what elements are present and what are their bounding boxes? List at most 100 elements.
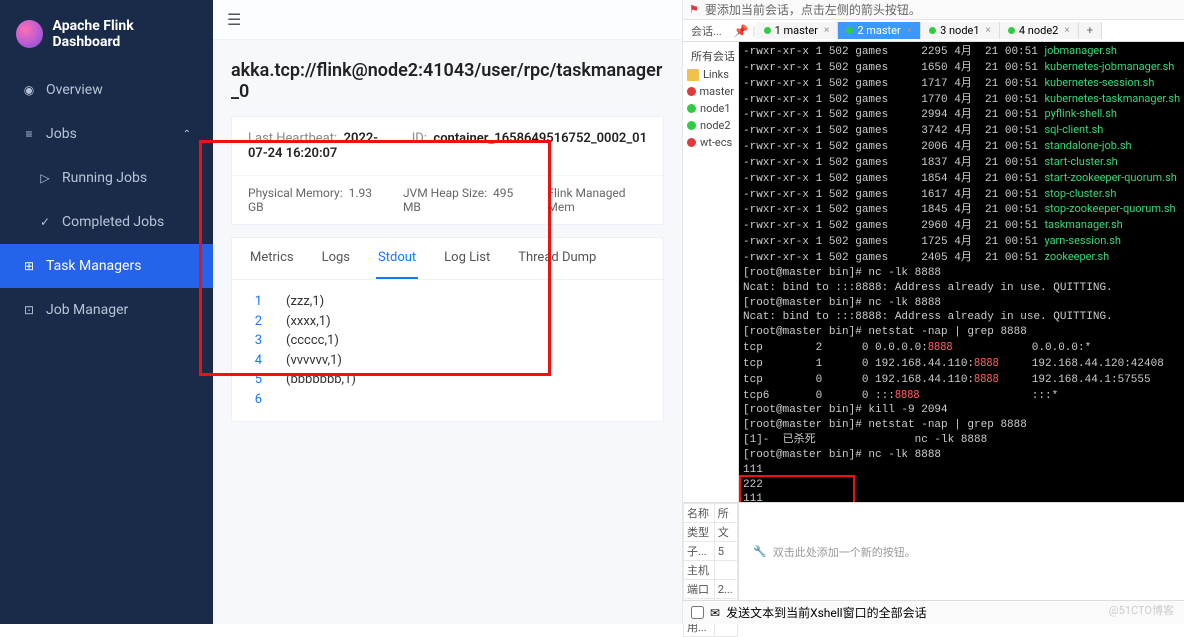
xshell-window: ⚑ 要添加当前会话，点击左侧的箭头按钮。 会话... 📌 | 1 master×… (683, 0, 1184, 624)
quick-button-area: 🔧 双击此处添加一个新的按钮。 (739, 503, 1184, 600)
status-dot-icon (846, 27, 853, 34)
tabs-card: Metrics Logs Stdout Log List Thread Dump 1(z… (231, 237, 664, 422)
tree-item[interactable]: Links (683, 66, 738, 83)
fm-label: Flink Managed Mem (547, 186, 625, 214)
meta-row-2: Physical Memory: 1.93 GB JVM Heap Size: … (232, 175, 663, 224)
pm-label: Physical Memory: (248, 186, 343, 200)
broadcast-checkbox[interactable] (691, 606, 704, 619)
detail-tabs: Metrics Logs Stdout Log List Thread Dump (232, 238, 663, 280)
meta-row-1: Last Heartbeat: 2022-07-24 16:20:07 ID: … (232, 117, 663, 175)
check-icon: ✓ (38, 215, 52, 229)
heartbeat-label: Last Heartbeat: (248, 131, 337, 146)
tab-metrics[interactable]: Metrics (248, 238, 296, 279)
nav-completed-label: Completed Jobs (62, 214, 164, 230)
prop-val: 文 (714, 523, 737, 542)
tree-item[interactable]: wt-ecs (683, 134, 738, 151)
topbar: ☰ (213, 0, 682, 40)
prop-key: 主机 (684, 561, 715, 580)
watermark: @51CTO博客 (1109, 602, 1174, 618)
flag-icon: ⚑ (689, 3, 699, 16)
properties-table: 名称所类型文子...5主机端口2...协议用... (683, 503, 739, 600)
id-value: container_1658649516752_0002_01 (433, 131, 647, 146)
tree-item[interactable]: 所有会话 (683, 46, 738, 66)
terminal-tab[interactable]: 3 node1× (921, 22, 1000, 39)
xshell-body: 所有会话Linksmasternode1node2wt-ecs -rwxr-xr… (683, 42, 1184, 502)
new-tab-button[interactable]: + (1079, 22, 1102, 39)
stdout-line: 5(bbbbbbb,1) (248, 370, 647, 390)
meta-card: Last Heartbeat: 2022-07-24 16:20:07 ID: … (231, 116, 664, 225)
close-icon[interactable]: × (986, 25, 991, 36)
session-panel-label[interactable]: 会话... (683, 23, 730, 39)
tree-item[interactable]: master (683, 83, 738, 100)
status-dot-icon (687, 104, 696, 113)
nav-running-label: Running Jobs (62, 170, 147, 186)
session-tree: 所有会话Linksmasternode1node2wt-ecs (683, 42, 739, 502)
flink-logo-icon (16, 20, 43, 48)
nav-overview[interactable]: ◉ Overview (0, 68, 213, 112)
folder-icon (687, 69, 699, 81)
stdout-line: 6 (248, 390, 647, 410)
heap-label: JVM Heap Size: (403, 186, 487, 200)
prop-key: 端口 (684, 580, 715, 599)
xshell-tabbar: 会话... 📌 | 1 master×2 master×3 node1×4 no… (683, 20, 1184, 42)
build-icon: ⊡ (22, 303, 36, 317)
cluster-icon: ⊞ (22, 259, 36, 273)
nav-job-manager[interactable]: ⊡ Job Manager (0, 288, 213, 332)
list-icon: ≡ (22, 127, 36, 141)
id-label: ID: (412, 131, 427, 146)
flink-main: ☰ akka.tcp://flink@node2:41043/user/rpc/… (213, 0, 683, 624)
content: akka.tcp://flink@node2:41043/user/rpc/ta… (213, 40, 682, 446)
close-icon[interactable]: × (1064, 25, 1069, 36)
terminal-tab-strip: 1 master×2 master×3 node1×4 node2×+ (756, 22, 1184, 39)
quick-button-hint[interactable]: 🔧 双击此处添加一个新的按钮。 (739, 503, 1184, 600)
tab-stdout[interactable]: Stdout (376, 238, 418, 279)
close-icon[interactable]: × (907, 25, 912, 36)
status-dot-icon (687, 138, 696, 147)
terminal-tab[interactable]: 2 master× (838, 22, 921, 39)
nav-tm-label: Task Managers (46, 258, 141, 274)
terminal-output[interactable]: -rwxr-xr-x 1 502 games 2295 4月 21 00:51 … (739, 42, 1184, 502)
dashboard-icon: ◉ (22, 83, 36, 97)
status-dot-icon (1008, 27, 1015, 34)
nav-completed-jobs[interactable]: ✓ Completed Jobs (0, 200, 213, 244)
xshell-tip-bar: ⚑ 要添加当前会话，点击左侧的箭头按钮。 (683, 0, 1184, 20)
annotation-box-terminal (739, 475, 855, 502)
close-icon[interactable]: × (824, 25, 829, 36)
nav-jobs[interactable]: ≡ Jobs ⌃ (0, 112, 213, 156)
play-icon: ▷ (38, 171, 52, 185)
brand: Apache Flink Dashboard (0, 0, 213, 68)
pin-icon[interactable]: 📌 (730, 24, 753, 38)
taskmanager-path: akka.tcp://flink@node2:41043/user/rpc/ta… (231, 60, 664, 102)
nav-task-managers[interactable]: ⊞ Task Managers (0, 244, 213, 288)
prop-val: 2... (714, 580, 737, 599)
bottom-panel: 名称所类型文子...5主机端口2...协议用... 🔧 双击此处添加一个新的按钮… (683, 502, 1184, 600)
prop-val (714, 561, 737, 580)
stdout-line: 3(ccccc,1) (248, 331, 647, 351)
status-dot-icon (687, 87, 696, 96)
tree-item[interactable]: node1 (683, 100, 738, 117)
stdout-area: 1(zzz,1)2(xxxx,1)3(ccccc,1)4(vvvvvv,1)5(… (232, 280, 663, 421)
terminal-tab[interactable]: 1 master× (756, 22, 839, 39)
prop-key: 类型 (684, 523, 715, 542)
tab-log-list[interactable]: Log List (442, 238, 492, 279)
tree-item[interactable]: node2 (683, 117, 738, 134)
tab-logs[interactable]: Logs (320, 238, 352, 279)
stdout-line: 1(zzz,1) (248, 292, 647, 312)
envelope-icon: ✉ (710, 606, 720, 620)
collapse-icon[interactable]: ☰ (227, 10, 241, 29)
wrench-icon: 🔧 (753, 545, 767, 558)
prop-val: 5 (714, 542, 737, 561)
nav-jobs-label: Jobs (46, 126, 77, 142)
terminal-tab[interactable]: 4 node2× (1000, 22, 1079, 39)
status-dot-icon (764, 27, 771, 34)
tab-thread-dump[interactable]: Thread Dump (516, 238, 598, 279)
prop-val: 所 (714, 504, 737, 523)
status-dot-icon (929, 27, 936, 34)
chevron-up-icon: ⌃ (183, 129, 191, 140)
xshell-tip: 要添加当前会话，点击左侧的箭头按钮。 (705, 1, 921, 18)
nav-running-jobs[interactable]: ▷ Running Jobs (0, 156, 213, 200)
flink-sidebar: Apache Flink Dashboard ◉ Overview ≡ Jobs… (0, 0, 213, 624)
footer-text: 发送文本到当前Xshell窗口的全部会话 (726, 604, 927, 621)
prop-key: 子... (684, 542, 715, 561)
hint-text: 双击此处添加一个新的按钮。 (773, 544, 916, 560)
